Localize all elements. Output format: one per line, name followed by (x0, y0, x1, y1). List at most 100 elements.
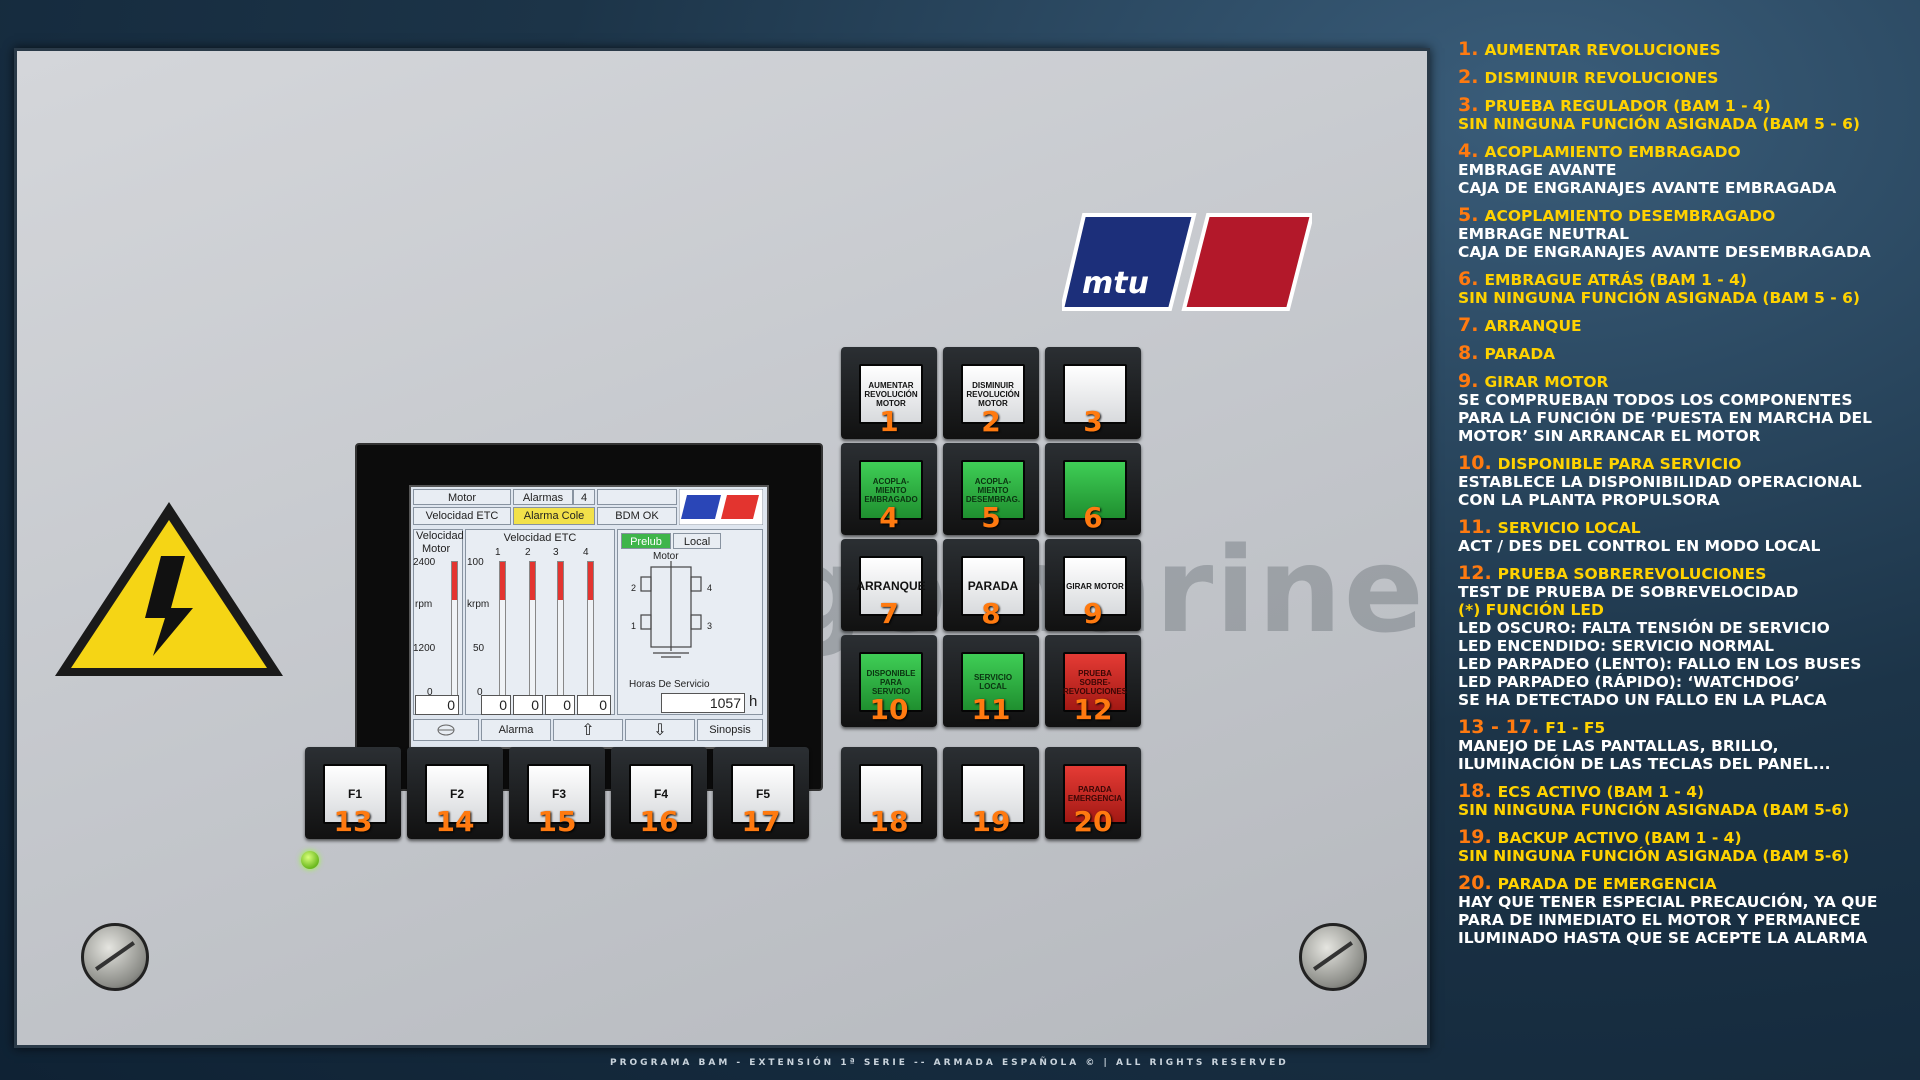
key-12[interactable]: PRUEBA SOBRE-REVOLUCIONES 12 (1045, 635, 1141, 727)
legend-line: CON LA PLANTA PROPULSORA (1458, 491, 1720, 509)
rpm-tick: rpm (415, 599, 433, 610)
legend-title: 7. ARRANQUE (1458, 316, 1918, 336)
scroll-up-button[interactable]: ⇧ (553, 719, 623, 741)
etc-bar-2 (529, 561, 536, 697)
legend-number: 5. (1458, 204, 1479, 226)
sinopsis-button[interactable]: Sinopsis (697, 719, 763, 741)
rpm-tick: 2400 (413, 557, 436, 568)
legend-title-text: SERVICIO LOCAL (1497, 519, 1641, 537)
key-number: 7 (879, 597, 899, 630)
etc-bar-4 (587, 561, 594, 697)
key-14[interactable]: F2 14 (407, 747, 503, 839)
blank-cell (597, 489, 677, 505)
legend-title: 2. DISMINUIR REVOLUCIONES (1458, 68, 1918, 88)
key-11[interactable]: SERVICIO LOCAL 11 (943, 635, 1039, 727)
legend-number: 6. (1458, 268, 1479, 290)
high-voltage-warning-icon (55, 502, 283, 676)
legend-title-text: DISPONIBLE PARA SERVICIO (1497, 455, 1742, 473)
legend-line: SE HA DETECTADO UN FALLO EN LA PLACA (1458, 691, 1827, 709)
bar-limit-marker (558, 562, 563, 600)
legend-title: 5. ACOPLAMIENTO DESEMBRAGADO (1458, 204, 1918, 226)
bar-limit-marker (500, 562, 505, 600)
engine-display[interactable]: Motor Alarmas 4 Velocidad ETC Alarma Col… (409, 485, 769, 749)
legend-title: 9. GIRAR MOTOR (1458, 372, 1918, 392)
legend-title-text: ECS ACTIVO (BAM 1 - 4) (1497, 783, 1705, 801)
engine-diagram-icon (640, 561, 702, 658)
legend-title-text: ARRANQUE (1484, 317, 1582, 335)
key-number: 9 (1083, 597, 1103, 630)
legend-number: 4. (1458, 140, 1479, 162)
alarma-button[interactable]: Alarma (481, 719, 551, 741)
legend-title: 12. PRUEBA SOBREREVOLUCIONES (1458, 564, 1918, 584)
etc-bar-1 (499, 561, 506, 697)
screen-mtu-logo (679, 489, 763, 525)
control-panel: egomarine mtu Motor Alarmas 4 Velocidad … (14, 48, 1430, 1048)
key-number: 5 (981, 501, 1001, 534)
legend-line: EMBRAGE NEUTRAL (1458, 225, 1629, 243)
key-19[interactable]: 19 (943, 747, 1039, 839)
legend-title-text: DISMINUIR REVOLUCIONES (1484, 69, 1719, 87)
screen-menu-button[interactable] (413, 719, 479, 741)
key-6[interactable]: 6 (1045, 443, 1141, 535)
legend-line: ILUMINACIÓN DE LAS TECLAS DEL PANEL... (1458, 755, 1831, 773)
legend-title-text: PARADA (1484, 345, 1556, 363)
legend-title: 6. EMBRAGUE ATRÁS (BAM 1 - 4) (1458, 268, 1918, 290)
key-13[interactable]: F1 13 (305, 747, 401, 839)
key-20[interactable]: PARADA EMERGENCIA 20 (1045, 747, 1141, 839)
local-button[interactable]: Local (673, 533, 721, 549)
legend-line: ACT / DES DEL CONTROL EN MODO LOCAL (1458, 537, 1821, 555)
motor-label: Motor (422, 543, 451, 555)
key-16[interactable]: F4 16 (611, 747, 707, 839)
key-4[interactable]: ACOPLA-MIENTO EMBRAGADO 4 (841, 443, 937, 535)
status-led (301, 851, 319, 869)
cyl-num: 3 (707, 621, 713, 631)
krpm-tick: krpm (467, 599, 490, 610)
rpm-bar (451, 561, 458, 697)
legend-line: HAY QUE TENER ESPECIAL PRECAUCIÓN, YA QU… (1458, 893, 1878, 911)
tab-velocidad-etc[interactable]: Velocidad ETC (413, 507, 511, 525)
legend-title: 18. ECS ACTIVO (BAM 1 - 4) (1458, 782, 1918, 802)
scroll-down-button[interactable]: ⇩ (625, 719, 695, 741)
key-7[interactable]: ARRANQUE 7 (841, 539, 937, 631)
key-number: 12 (1073, 693, 1113, 726)
etc-value-4: 0 (577, 695, 611, 715)
legend-title-text: F1 - F5 (1545, 719, 1606, 737)
key-2[interactable]: DISMINUIR REVOLUCIÓN MOTOR 2 (943, 347, 1039, 439)
legend-title-text: GIRAR MOTOR (1484, 373, 1609, 391)
legend-title: 13 - 17. F1 - F5 (1458, 718, 1918, 738)
key-3[interactable]: 3 (1045, 347, 1141, 439)
panel-screw (1299, 923, 1367, 991)
tab-alarmas[interactable]: Alarmas (513, 489, 573, 505)
legend-number: 8. (1458, 342, 1479, 364)
legend-title-text: AUMENTAR REVOLUCIONES (1484, 41, 1721, 59)
legend-title: 8. PARADA (1458, 342, 1918, 364)
key-number: 4 (879, 501, 899, 534)
key-5[interactable]: ACOPLA-MIENTO DESEMBRAG. 5 (943, 443, 1039, 535)
key-number: 16 (639, 805, 679, 838)
key-1[interactable]: AUMENTAR REVOLUCIÓN MOTOR 1 (841, 347, 937, 439)
bar-limit-marker (452, 562, 457, 600)
legend-line: PARA DE INMEDIATO EL MOTOR Y PERMANECE (1458, 911, 1861, 929)
key-17[interactable]: F5 17 (713, 747, 809, 839)
legend-number: 19. (1458, 826, 1492, 848)
key-18[interactable]: 18 (841, 747, 937, 839)
key-9[interactable]: GIRAR MOTOR 9 (1045, 539, 1141, 631)
key-8[interactable]: PARADA 8 (943, 539, 1039, 631)
legend-line: SIN NINGUNA FUNCIÓN ASIGNADA (BAM 5-6) (1458, 847, 1850, 865)
tab-motor[interactable]: Motor (413, 489, 511, 505)
key-number: 15 (537, 805, 577, 838)
legend-line: MANEJO DE LAS PANTALLAS, BRILLO, (1458, 737, 1779, 755)
velocidad-etc-label: Velocidad ETC (503, 532, 577, 544)
legend-line: SIN NINGUNA FUNCIÓN ASIGNADA (BAM 5 - 6) (1458, 115, 1860, 133)
footer-copyright: PROGRAMA BAM - EXTENSIÓN 1ª SERIE -- ARM… (610, 1058, 1289, 1068)
legend-title-text: PARADA DE EMERGENCIA (1497, 875, 1717, 893)
key-10[interactable]: DISPONIBLE PARA SERVICIO 10 (841, 635, 937, 727)
key-number: 11 (971, 693, 1011, 726)
prelub-button[interactable]: Prelub (621, 533, 671, 549)
legend-title: 11. SERVICIO LOCAL (1458, 518, 1918, 538)
legend-title-text: ACOPLAMIENTO DESEMBRAGADO (1484, 207, 1776, 225)
legend-title: 3. PRUEBA REGULADOR (BAM 1 - 4) (1458, 96, 1918, 116)
legend-line: PARA LA FUNCIÓN DE ‘PUESTA EN MARCHA DEL (1458, 409, 1872, 427)
legend-line: MOTOR’ SIN ARRANCAR EL MOTOR (1458, 427, 1761, 445)
key-15[interactable]: F3 15 (509, 747, 605, 839)
